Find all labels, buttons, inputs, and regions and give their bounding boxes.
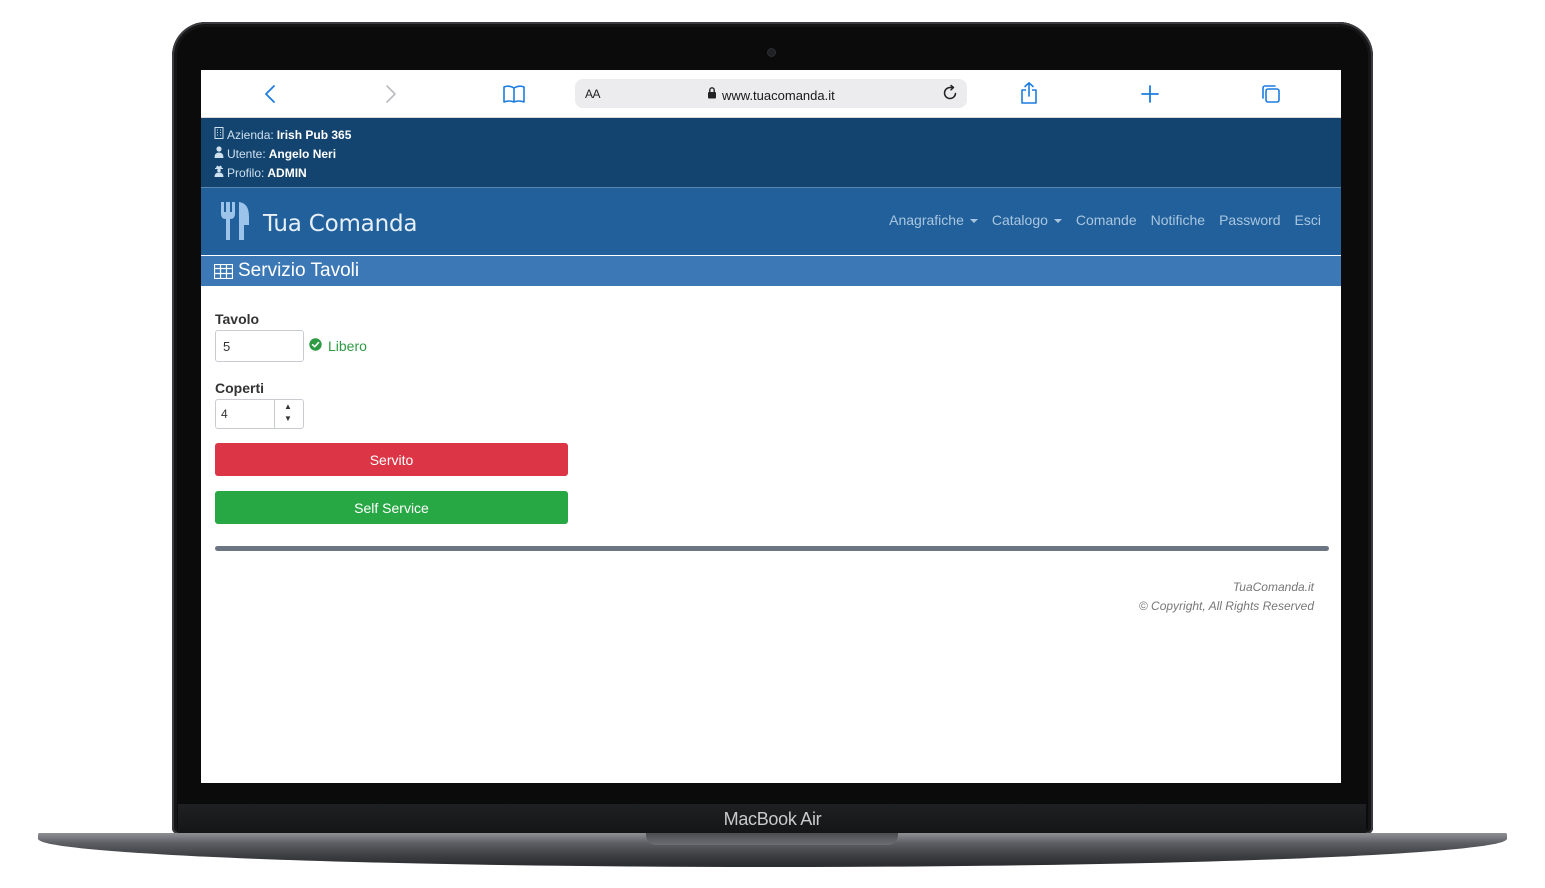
address-bar[interactable]: AA www.tuacomanda.it (575, 79, 967, 108)
nav-comande[interactable]: Comande (1076, 212, 1137, 228)
increment-arrow-icon[interactable]: ▲ (284, 403, 292, 411)
caret-down-icon (1053, 219, 1062, 223)
azienda-label: Azienda: (227, 127, 274, 142)
servito-button[interactable]: Servito (215, 443, 568, 476)
profilo-line: Profilo: ADMIN (214, 165, 307, 180)
brand-name: Tua Comanda (263, 210, 418, 237)
nav-catalogo-label: Catalogo (991, 212, 1048, 228)
user-secret-icon (214, 165, 224, 180)
utensils-icon (219, 201, 251, 246)
user-icon (214, 146, 224, 161)
browser-toolbar: AA www.tuacomanda.it (201, 70, 1341, 118)
text-size-button[interactable]: AA (585, 87, 601, 101)
nav-menu: Anagrafiche Catalogo Comande Notifiche P… (889, 212, 1321, 228)
nav-password[interactable]: Password (1219, 212, 1280, 228)
bookmarks-icon[interactable] (502, 82, 526, 106)
page-title-bar: Servizio Tavoli (201, 256, 1341, 286)
utente-value: Angelo Neri (268, 146, 337, 161)
tabs-icon[interactable] (1260, 82, 1282, 106)
brand[interactable]: Tua Comanda (219, 201, 417, 246)
azienda-value: Irish Pub 365 (276, 127, 352, 142)
laptop-notch (646, 833, 898, 845)
self-service-button[interactable]: Self Service (215, 491, 568, 524)
camera-icon (768, 49, 775, 56)
new-tab-icon[interactable] (1140, 82, 1160, 106)
tavolo-input[interactable] (215, 330, 304, 362)
tavolo-label: Tavolo (215, 311, 260, 327)
screen: AA www.tuacomanda.it Azienda: Irish Pub … (201, 70, 1341, 783)
divider (215, 546, 1329, 551)
caret-down-icon (969, 219, 978, 223)
main-navbar: Tua Comanda Anagrafiche Catalogo Comande… (201, 188, 1341, 255)
device-label: MacBook Air (723, 809, 822, 829)
utente-line: Utente: Angelo Neri (214, 146, 336, 161)
building-icon (214, 127, 224, 142)
footer-copyright: © Copyright, All Rights Reserved (1138, 599, 1314, 613)
azienda-line: Azienda: Irish Pub 365 (214, 127, 351, 142)
coperti-label: Coperti (215, 380, 264, 396)
nav-esci[interactable]: Esci (1295, 212, 1321, 228)
nav-notifiche[interactable]: Notifiche (1151, 212, 1205, 228)
table-status: Libero (309, 338, 367, 354)
profilo-value: ADMIN (267, 165, 307, 180)
user-info-bar: Azienda: Irish Pub 365 Utente: Angelo Ne… (201, 118, 1341, 188)
nav-anagrafiche[interactable]: Anagrafiche (889, 212, 978, 228)
back-icon[interactable] (263, 82, 277, 106)
decrement-arrow-icon[interactable]: ▼ (284, 415, 292, 423)
footer-site: TuaComanda.it (1232, 580, 1314, 594)
utente-label: Utente: (227, 146, 266, 161)
profilo-label: Profilo: (227, 165, 265, 180)
forward-icon[interactable] (384, 82, 398, 106)
share-icon[interactable] (1019, 81, 1039, 105)
status-text: Libero (328, 338, 367, 354)
nav-catalogo[interactable]: Catalogo (992, 212, 1062, 228)
coperti-spin-buttons: ▲ ▼ (274, 399, 304, 428)
table-icon (214, 263, 233, 279)
reload-icon[interactable] (941, 84, 959, 107)
lock-icon (707, 86, 717, 104)
check-circle-icon (309, 338, 322, 354)
nav-anagrafiche-label: Anagrafiche (889, 212, 964, 228)
url-text[interactable]: www.tuacomanda.it (722, 88, 835, 103)
page-title: Servizio Tavoli (238, 260, 360, 281)
